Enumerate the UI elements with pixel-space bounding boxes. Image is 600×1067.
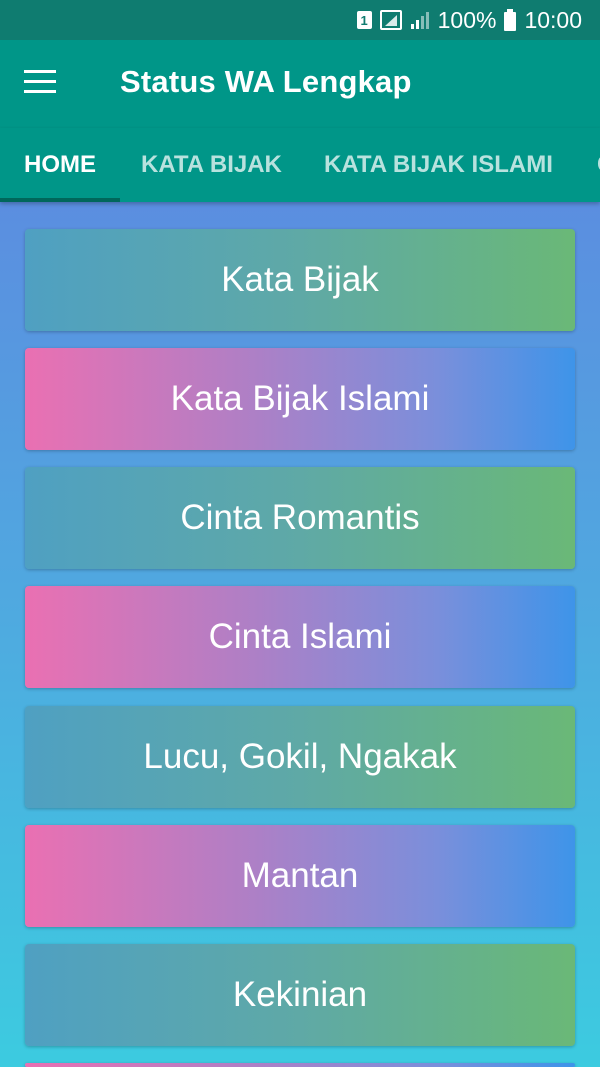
- category-button-kata-bijak[interactable]: Kata Bijak: [25, 229, 575, 331]
- status-time: 10:00: [524, 6, 582, 33]
- battery-icon: [504, 9, 517, 31]
- category-label: Kata Bijak Islami: [170, 379, 430, 418]
- signal-icon: [379, 10, 402, 30]
- category-button-lucu-gokil-ngakak[interactable]: Lucu, Gokil, Ngakak: [25, 706, 575, 808]
- app-bar: Status WA Lengkap: [0, 40, 600, 128]
- tab-home[interactable]: HOME: [24, 128, 96, 202]
- tab-kata-bijak[interactable]: KATA BIJAK: [141, 128, 282, 202]
- category-button-cinta-islami[interactable]: Cinta Islami: [25, 586, 575, 688]
- main-content: Kata Bijak Kata Bijak Islami Cinta Roman…: [0, 202, 600, 1067]
- category-label: Mantan: [241, 856, 359, 895]
- signal-strength-icon: [410, 10, 430, 30]
- category-button-cinta-romantis[interactable]: Cinta Romantis: [25, 467, 575, 569]
- battery-percent: 100%: [437, 6, 497, 33]
- app-title: Status WA Lengkap: [120, 64, 412, 99]
- hamburger-menu-icon[interactable]: [24, 70, 56, 94]
- category-label: Kekinian: [232, 975, 368, 1014]
- category-button-partial[interactable]: [25, 1063, 575, 1067]
- tab-bar: HOME KATA BIJAK KATA BIJAK ISLAMI C: [0, 128, 600, 202]
- tab-kata-bijak-islami[interactable]: KATA BIJAK ISLAMI: [324, 128, 553, 202]
- category-label: Cinta Romantis: [180, 498, 420, 537]
- status-icons: 1 100% 10:00: [356, 0, 582, 40]
- category-label: Lucu, Gokil, Ngakak: [143, 737, 457, 776]
- tab-indicator: [0, 198, 120, 202]
- category-label: Kata Bijak: [221, 260, 379, 299]
- category-button-mantan[interactable]: Mantan: [25, 825, 575, 927]
- status-bar: 1 100% 10:00: [0, 0, 600, 40]
- category-label: Cinta Islami: [208, 617, 392, 656]
- category-button-kekinian[interactable]: Kekinian: [25, 944, 575, 1046]
- category-button-kata-bijak-islami[interactable]: Kata Bijak Islami: [25, 348, 575, 450]
- sim-icon: 1: [356, 11, 372, 29]
